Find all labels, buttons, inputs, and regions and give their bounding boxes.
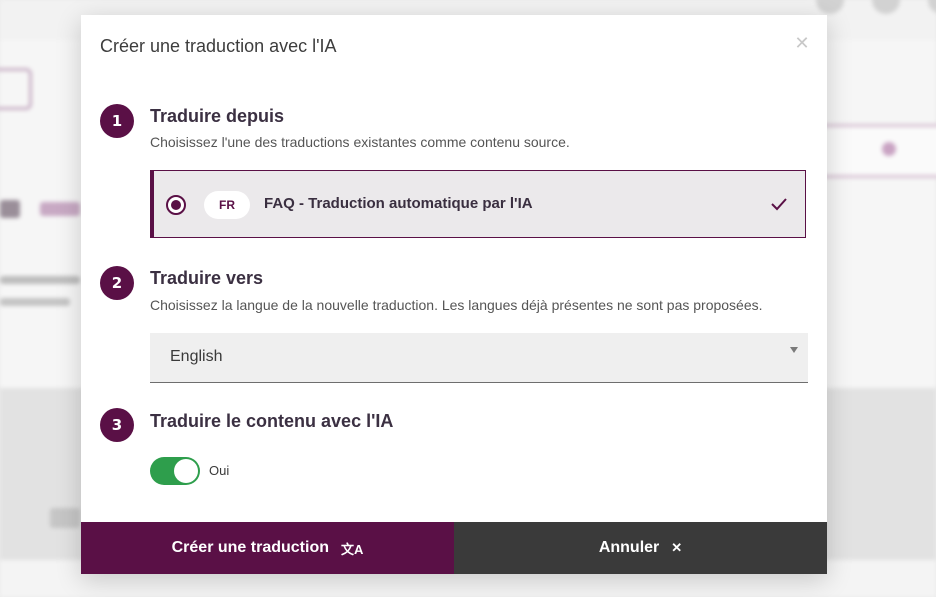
close-icon[interactable]: ✕ (791, 33, 813, 55)
source-radio[interactable] (166, 195, 186, 215)
bg-box (0, 68, 32, 110)
step-2-title: Traduire vers (150, 268, 264, 288)
step-1-number: 1 (100, 104, 134, 138)
bg-tag (40, 202, 80, 216)
bg-chip (0, 200, 20, 218)
translate-icon: 文A (340, 541, 364, 557)
bg-panel (820, 124, 936, 178)
bg-text-line (0, 298, 70, 306)
step-3-title: Traduire le contenu avec l'IA (150, 411, 394, 431)
translation-modal: Créer une traduction avec l'IA ✕ 1 Tradu… (81, 15, 827, 574)
source-translation-option[interactable]: FR FAQ - Traduction automatique par l'IA (150, 170, 806, 238)
cancel-button[interactable]: Annuler ✕ (454, 522, 827, 574)
target-language-value: English (170, 348, 223, 365)
modal-title: Créer une traduction avec l'IA (100, 36, 337, 56)
step-3-number: 3 (100, 408, 134, 442)
step-2-description: Choisissez la langue de la nouvelle trad… (150, 297, 763, 313)
language-badge: FR (204, 191, 250, 219)
create-translation-button[interactable]: Créer une traduction 文A (81, 522, 454, 574)
close-icon: ✕ (671, 540, 683, 555)
target-language-select[interactable]: English (150, 333, 808, 383)
ai-translate-toggle[interactable] (150, 457, 200, 485)
radio-dot (171, 200, 181, 210)
source-option-label: FAQ - Traduction automatique par l'IA (264, 195, 533, 212)
step-1-title: Traduire depuis (150, 106, 285, 126)
create-button-label: Créer une traduction (171, 539, 329, 556)
cancel-button-label: Annuler (598, 539, 660, 556)
step-2-number: 2 (100, 266, 134, 300)
toggle-label: Oui (209, 463, 230, 478)
chevron-down-icon (790, 347, 798, 353)
bg-text-line (0, 276, 80, 284)
step-1-description: Choisissez l'une des traductions existan… (150, 134, 570, 150)
toggle-knob (174, 459, 198, 483)
bg-block (50, 508, 80, 528)
check-icon (771, 198, 787, 211)
bg-dot (882, 142, 896, 156)
